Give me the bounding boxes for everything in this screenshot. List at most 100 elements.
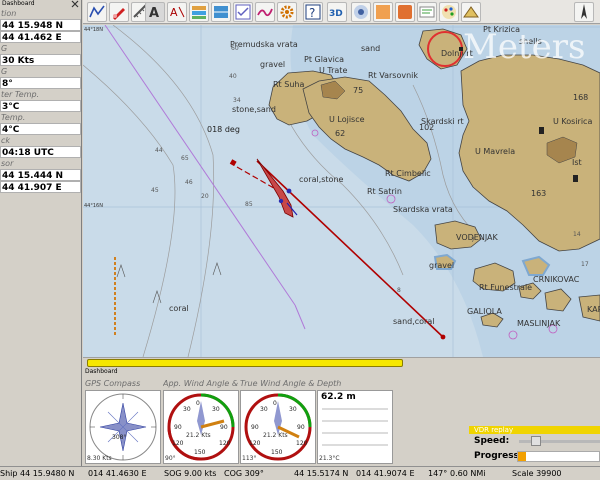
- vdr-replay-panel: VDR replay Speed: Progress:: [469, 426, 600, 466]
- svg-text:A: A: [149, 6, 159, 21]
- wind-dial-icon: 0 30 30 90 90 120 120 150: [244, 393, 312, 461]
- help-tool-button[interactable]: ?: [303, 2, 323, 22]
- depth-value: 44: [155, 147, 163, 154]
- gear-icon: [280, 5, 294, 19]
- status-cursor-lon: 014 41.9074 E: [356, 469, 415, 478]
- 3d-tool-button[interactable]: 3D: [327, 2, 347, 22]
- checklist-tool-button[interactable]: [233, 2, 253, 22]
- depth-value: 62: [335, 129, 346, 138]
- depth-face: 62.2 m 21.3°C: [317, 390, 393, 464]
- dash-value-air-temp: 4°C: [0, 123, 81, 135]
- svg-text:90: 90: [174, 424, 182, 431]
- svg-text:120: 120: [219, 440, 231, 447]
- bottom-dashboard-title: Dashboard: [85, 368, 118, 375]
- route-tool-button[interactable]: [87, 2, 107, 22]
- chart-label: stone,sand: [232, 105, 276, 114]
- chart-label: Premudska vrata: [230, 40, 298, 49]
- dash-value-cog: 8°: [0, 77, 81, 89]
- checklist-icon: [235, 4, 251, 20]
- chart-label: U Lojisce: [329, 115, 365, 124]
- weather-tool-button[interactable]: [373, 2, 393, 22]
- progress-label: Progress:: [474, 451, 523, 461]
- svg-text:0: 0: [196, 400, 200, 407]
- compass-rose-icon: 308°: [89, 393, 157, 461]
- svg-text:30: 30: [183, 406, 191, 413]
- grib-tool-button[interactable]: [417, 2, 437, 22]
- text-tool-button[interactable]: A: [145, 2, 165, 22]
- track-tool-button[interactable]: [109, 2, 129, 22]
- dash-label-clock: ck: [1, 136, 11, 145]
- chart-label: VODENJAK: [456, 233, 498, 242]
- radar-tool-button[interactable]: [351, 2, 371, 22]
- progress-bar[interactable]: [517, 451, 600, 462]
- depth-value: 7: [471, 237, 475, 244]
- app-wind-speed: 21.2 Kts: [186, 432, 211, 439]
- status-ship-lat: Ship 44 15.9480 N: [0, 469, 75, 478]
- depth-value: 75: [353, 86, 364, 95]
- close-icon[interactable]: [71, 0, 79, 8]
- dash-value-lon: 44 41.462 E: [0, 31, 81, 43]
- palette-tool-button[interactable]: [439, 2, 459, 22]
- gps-compass-title: GPS Compass: [85, 379, 141, 388]
- true-wind-angle: 113°: [242, 455, 257, 462]
- layers-tool-button[interactable]: [189, 2, 209, 22]
- dash-label-water-temp: ter Temp.: [1, 90, 40, 99]
- depth-value: 40: [229, 73, 237, 80]
- dash-label-air-temp: Temp.: [1, 113, 26, 122]
- depth-title: Depth: [317, 379, 342, 388]
- lat-label: 44°16N: [84, 203, 103, 209]
- north-up-button[interactable]: [574, 2, 594, 22]
- status-cog: COG 309°: [224, 469, 264, 478]
- true-wind-title: True Wind Angle & Speed: [240, 379, 316, 388]
- chart-label: Pt Glavica: [304, 55, 345, 64]
- speed-slider-knob[interactable]: [531, 436, 541, 446]
- status-ship-lon: 014 41.4630 E: [88, 469, 147, 478]
- chart-label: sand,coral: [393, 317, 435, 326]
- route-icon: [89, 5, 105, 18]
- scrollbar-thumb[interactable]: [87, 359, 403, 367]
- compass-north-icon: [581, 4, 587, 19]
- dash-item-cursor: sor 44 15.444 N 44 41.907 E: [0, 158, 81, 193]
- chart-scrollbar[interactable]: [83, 357, 600, 367]
- status-distance: 0.60 NMi: [450, 469, 486, 478]
- depth-value: 34: [233, 97, 241, 104]
- 3d-icon: 3D: [329, 9, 343, 19]
- chart-label: U Trate: [319, 66, 348, 75]
- compass-heading: 308°: [112, 434, 126, 441]
- help-icon: ?: [305, 4, 321, 20]
- dashboard-icon: [463, 6, 479, 18]
- gps-sog: 8.30 Kts: [87, 455, 112, 462]
- left-dashboard-title: Dashboard: [0, 0, 81, 8]
- dash-item-cog: G 8°: [0, 66, 81, 89]
- tide-tool-button[interactable]: [255, 2, 275, 22]
- dashboard-tool-button[interactable]: [461, 2, 481, 22]
- dash-label-cog: G: [1, 67, 8, 76]
- record-tool-button[interactable]: [395, 2, 415, 22]
- speed-label: Speed:: [474, 436, 510, 446]
- wind-dial-icon: 0 30 30 90 90 120 120 150: [167, 393, 235, 461]
- vdr-replay-title: VDR replay: [469, 426, 600, 434]
- svg-text:90: 90: [220, 424, 228, 431]
- ais-tool-button[interactable]: A: [167, 2, 187, 22]
- settings-tool-button[interactable]: [277, 2, 297, 22]
- true-wind-face: 0 30 30 90 90 120 120 150 21.2 Kts 113°: [240, 390, 316, 464]
- chart-label: Rt Satrin: [367, 187, 402, 196]
- weather-icon: [376, 5, 390, 19]
- svg-text:0: 0: [273, 400, 277, 407]
- progress-fill: [518, 452, 526, 461]
- dash-label-sog: G: [1, 44, 8, 53]
- layers-icon: [192, 6, 206, 19]
- left-dashboard-panel: Dashboard tion 44 15.948 N 44 41.462 E G…: [0, 0, 82, 466]
- record-icon: [398, 5, 412, 19]
- chart-label: CRNIKOVAC: [533, 275, 580, 284]
- chart-label: U Mavrela: [475, 147, 516, 156]
- app-wind-face: 0 30 30 90 90 120 120 150 21.2 Kts 90°: [163, 390, 239, 464]
- chart-label: Skardska vrata: [393, 205, 453, 214]
- nautical-chart[interactable]: 44°18N 44°16N Premudska vrata sand grave…: [83, 25, 600, 357]
- speed-row: Speed:: [469, 434, 600, 449]
- progress-row: Progress:: [469, 449, 600, 464]
- chart-tool-button[interactable]: [211, 2, 231, 22]
- depth-instrument: Depth 62.2 m 21.3°C: [317, 378, 393, 466]
- svg-text:120: 120: [172, 440, 184, 447]
- grib-icon: [419, 6, 435, 18]
